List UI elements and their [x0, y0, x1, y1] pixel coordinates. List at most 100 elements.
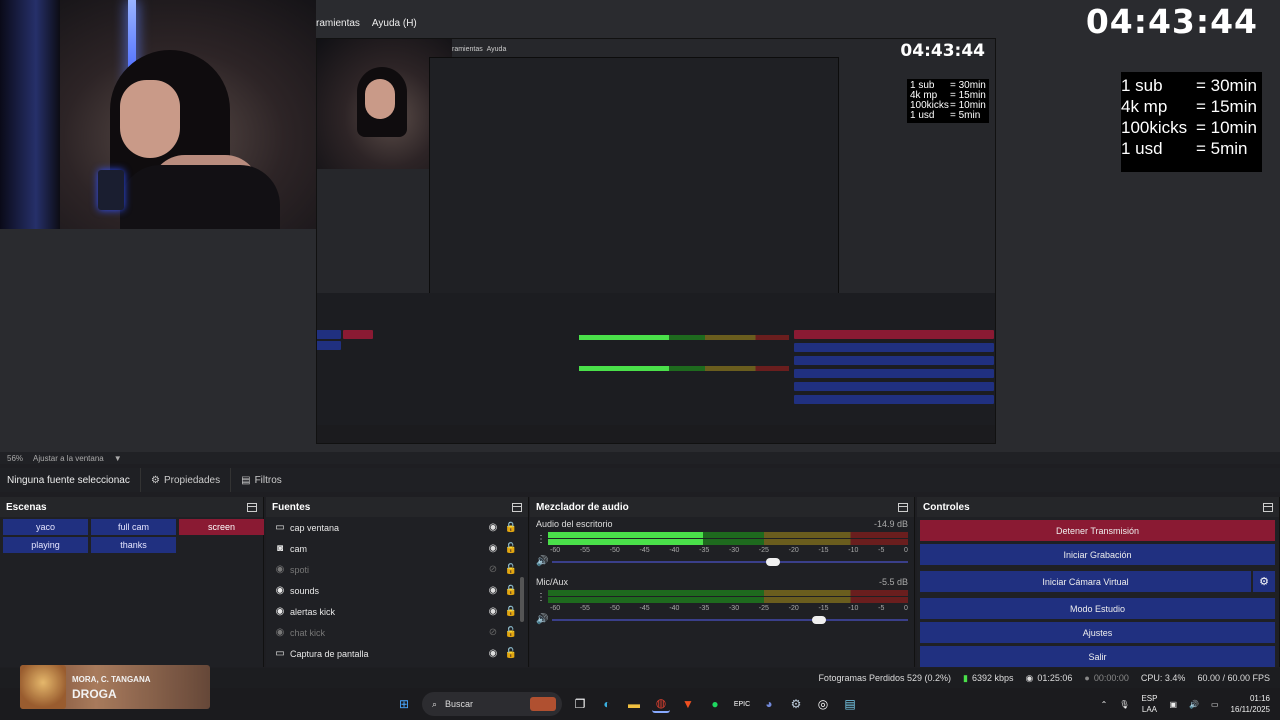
source-list: ▭ cap ventana ◉ 🔒 ◙ cam ◉ 🔓 ◉ spoti ⊘ 🔓 ◉ sounds ◉ 🔒 ◉ al…: [266, 517, 528, 664]
source-item[interactable]: ◉ chat kick ⊘ 🔓: [266, 622, 528, 643]
speaker-icon[interactable]: 🔊: [536, 614, 548, 625]
settings-button[interactable]: Ajustes: [920, 622, 1275, 643]
kebab-menu-icon[interactable]: ⋮: [536, 534, 546, 545]
properties-button[interactable]: ⚙ Propiedades: [140, 468, 230, 492]
volume-icon[interactable]: 🔊: [1189, 700, 1199, 709]
language-indicator[interactable]: ESP LAA: [1141, 693, 1157, 715]
unlock-icon[interactable]: 🔓: [502, 627, 520, 638]
meter-track-left: [548, 590, 908, 596]
windows-start-icon[interactable]: ⊞: [395, 695, 413, 713]
nested-control: [794, 330, 994, 339]
scene-button[interactable]: screen: [179, 519, 264, 535]
nested-control: [794, 395, 994, 404]
eye-icon[interactable]: ◉: [484, 648, 502, 659]
scene-button[interactable]: playing: [3, 537, 88, 553]
system-tray: ⌃ 🎙 ESP LAA ▣ 🔊 ▭ 01:16 16/11/2025: [1101, 692, 1270, 716]
nested-meter-fill: [579, 335, 669, 340]
brave-icon[interactable]: ▼: [679, 695, 697, 713]
discord-icon[interactable]: ◕: [760, 695, 778, 713]
battery-icon[interactable]: ▭: [1211, 700, 1219, 709]
stop-stream-button[interactable]: Detener Transmisión: [920, 520, 1275, 541]
eye-icon[interactable]: ◉: [484, 585, 502, 596]
rates-box: 1 sub = 30min 4k mp = 15min 100kicks = 10min 1…: [1121, 72, 1262, 172]
studio-mode-button[interactable]: Modo Estudio: [920, 598, 1275, 619]
lock-icon[interactable]: 🔒: [502, 522, 520, 533]
start-virtualcam-button[interactable]: Iniciar Cámara Virtual: [920, 571, 1251, 592]
lock-icon[interactable]: 🔒: [502, 606, 520, 617]
exit-button[interactable]: Salir: [920, 646, 1275, 667]
dropped-frames: Fotogramas Perdidos 529 (0.2%): [818, 673, 952, 683]
tick-label: -60: [550, 605, 561, 612]
mixer-header: Mezclador de audio: [530, 497, 914, 517]
channel-db: -14.9 dB: [873, 519, 908, 529]
clock[interactable]: 01:16 16/11/2025: [1231, 693, 1270, 715]
channel-name: Audio del escritorio: [536, 519, 613, 529]
slider-track: [552, 618, 908, 621]
rate-value: = 30min: [1196, 76, 1257, 95]
steam-icon[interactable]: ⚙: [787, 695, 805, 713]
filters-button[interactable]: ▤ Filtros: [230, 468, 292, 492]
notepad-icon[interactable]: ▤: [841, 695, 859, 713]
undock-icon[interactable]: [247, 502, 257, 512]
chevron-down-icon[interactable]: ▼: [114, 454, 122, 463]
eye-hidden-icon[interactable]: ⊘: [484, 564, 502, 575]
sources-scrollbar[interactable]: [520, 577, 524, 622]
scene-button[interactable]: full cam: [91, 519, 176, 535]
eye-icon[interactable]: ◉: [484, 522, 502, 533]
scene-button[interactable]: yaco: [3, 519, 88, 535]
undock-icon[interactable]: [512, 502, 522, 512]
taskbar-search[interactable]: ⌕ Buscar: [422, 692, 562, 716]
undock-icon[interactable]: [1263, 502, 1273, 512]
tick-label: -10: [848, 605, 859, 612]
network-icon[interactable]: ▣: [1169, 700, 1177, 709]
broadcast-icon: ◉: [1025, 672, 1034, 683]
slider-knob[interactable]: [765, 557, 780, 566]
nested-control: [794, 369, 994, 378]
unlock-icon[interactable]: 🔓: [502, 543, 520, 554]
lock-icon[interactable]: 🔒: [502, 585, 520, 596]
search-highlight-icon: [530, 697, 556, 711]
epic-games-icon[interactable]: EPIC: [733, 695, 751, 713]
clock-time: 01:16: [1249, 694, 1270, 703]
chevron-up-icon[interactable]: ⌃: [1101, 700, 1108, 709]
bitrate-stat: ▮ 6392 kbps: [963, 673, 1014, 684]
scene-button[interactable]: thanks: [91, 537, 176, 553]
captured-menu-help: Ayuda (H): [371, 17, 417, 29]
unlock-icon[interactable]: 🔓: [502, 564, 520, 575]
obs-icon[interactable]: ◎: [814, 695, 832, 713]
cpu-usage: CPU: 3.4%: [1140, 673, 1186, 683]
tick-label: -45: [639, 547, 650, 554]
start-recording-button[interactable]: Iniciar Grabación: [920, 544, 1275, 565]
source-item[interactable]: ◉ sounds ◉ 🔒: [266, 580, 528, 601]
unlock-icon[interactable]: 🔓: [502, 648, 520, 659]
kebab-menu-icon[interactable]: ⋮: [536, 592, 546, 603]
slider-knob[interactable]: [812, 615, 826, 624]
preview-canvas[interactable]: ramientas Ayuda (H) ramientas Ayuda 04:4…: [0, 0, 1280, 452]
tick-label: -35: [699, 547, 710, 554]
microphone-icon[interactable]: 🎙: [1119, 700, 1129, 709]
zoom-mode[interactable]: Ajustar a la ventana: [33, 454, 104, 463]
volume-slider[interactable]: [552, 615, 908, 624]
volume-slider[interactable]: [552, 557, 908, 566]
scenes-header: Escenas: [0, 497, 263, 517]
source-item[interactable]: ◉ spoti ⊘ 🔓: [266, 559, 528, 580]
source-item[interactable]: ▭ cap ventana ◉ 🔒: [266, 517, 528, 538]
eye-icon[interactable]: ◉: [484, 543, 502, 554]
file-explorer-icon[interactable]: ▬: [625, 695, 643, 713]
source-item[interactable]: ◉ alertas kick ◉ 🔒: [266, 601, 528, 622]
speaker-icon[interactable]: 🔊: [536, 556, 548, 567]
gear-icon[interactable]: ⚙: [1253, 571, 1275, 592]
meter-row: ⋮: [536, 532, 908, 546]
obs-window: ramientas Ayuda (H) ramientas Ayuda 04:4…: [0, 0, 1280, 720]
undock-icon[interactable]: [898, 502, 908, 512]
task-view-icon[interactable]: ❐: [571, 695, 589, 713]
edge-icon[interactable]: ◐: [598, 695, 616, 713]
eye-hidden-icon[interactable]: ⊘: [484, 627, 502, 638]
spotify-icon[interactable]: ●: [706, 695, 724, 713]
source-item[interactable]: ▭ Captura de pantalla ◉ 🔓: [266, 643, 528, 664]
window-icon: ▭: [275, 522, 285, 533]
tick-label: 0: [904, 547, 908, 554]
source-item[interactable]: ◙ cam ◉ 🔓: [266, 538, 528, 559]
eye-icon[interactable]: ◉: [484, 606, 502, 617]
chrome-icon[interactable]: ◍: [652, 695, 670, 713]
